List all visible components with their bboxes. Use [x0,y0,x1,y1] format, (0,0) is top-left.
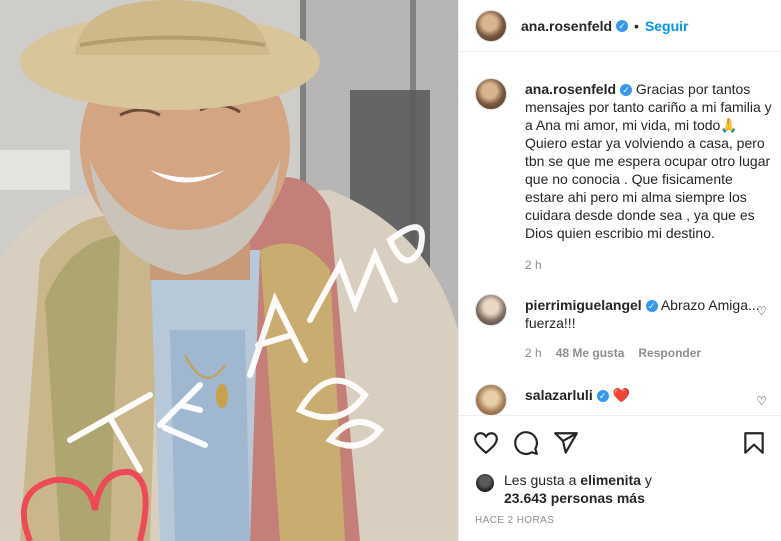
heart-outline-icon[interactable]: ♡ [756,304,767,318]
liker-avatar[interactable] [475,473,495,493]
likes-connector: y [644,472,652,488]
comment-body: pierrimiguelangel ✓ Abrazo Amiga... fuerz… [525,296,775,332]
caption-meta: 2 h [525,258,542,272]
follow-button[interactable]: Seguir [645,18,689,34]
caption-username[interactable]: ana.rosenfeld [525,81,616,97]
comment-username[interactable]: salazarluli [525,387,593,403]
verified-badge-icon: ✓ [616,19,629,32]
instagram-post: ana.rosenfeld ✓ • Seguir ana.rosenfeld ✓ … [0,0,781,541]
photo-illustration [0,0,458,541]
post-timestamp[interactable]: HACE 2 HORAS [475,515,554,526]
verified-badge-icon: ✓ [645,300,658,312]
comment-text: ❤️ [612,387,631,403]
likes-summary: Les gusta a elimenita y 23.643 personas … [475,470,775,510]
likes-prefix: Les gusta a [504,472,577,488]
action-bar [459,415,781,469]
comment-body: salazarluli ✓ ❤️ [525,386,775,404]
comment-meta: 2 h 48 Me gusta Responder [525,346,701,360]
share-icon[interactable] [553,430,579,456]
separator-dot: • [634,17,639,34]
author-username[interactable]: ana.rosenfeld [521,18,612,34]
author-avatar[interactable] [475,9,507,42]
caption-body: ana.rosenfeld ✓ Gracias por tantos mensaj… [525,80,775,242]
commenter-avatar[interactable] [475,384,507,415]
liker-username[interactable]: elimenita [580,472,641,488]
caption-avatar[interactable] [475,78,507,110]
comment-item: pierrimiguelangel ✓ Abrazo Amiga... fuerz… [475,294,775,364]
verified-badge-icon: ✓ [620,84,633,96]
save-icon[interactable] [741,430,767,456]
post-header: ana.rosenfeld ✓ • Seguir [459,0,781,52]
comment-username[interactable]: pierrimiguelangel [525,297,642,313]
comments-list[interactable]: ana.rosenfeld ✓ Gracias por tantos mensaj… [459,53,781,415]
post-photo[interactable] [0,0,458,541]
comment-likes[interactable]: 48 Me gusta [556,346,625,360]
caption: ana.rosenfeld ✓ Gracias por tantos mensaj… [475,78,775,278]
caption-text: Gracias por tantos mensajes por tanto ca… [525,81,772,241]
post-side-panel: ana.rosenfeld ✓ • Seguir ana.rosenfeld ✓ … [458,0,781,541]
like-icon[interactable] [473,430,499,456]
caption-time[interactable]: 2 h [525,258,542,272]
comment-item: salazarluli ✓ ❤️ ♡ [475,384,775,415]
verified-badge-icon: ✓ [596,390,609,402]
commenter-avatar[interactable] [475,294,507,326]
likes-text: Les gusta a elimenita y 23.643 personas … [504,471,652,507]
comment-icon[interactable] [513,430,539,456]
heart-outline-icon[interactable]: ♡ [756,394,767,408]
comment-time[interactable]: 2 h [525,346,542,360]
reply-button[interactable]: Responder [638,346,701,360]
likes-count[interactable]: 23.643 personas más [504,490,645,506]
